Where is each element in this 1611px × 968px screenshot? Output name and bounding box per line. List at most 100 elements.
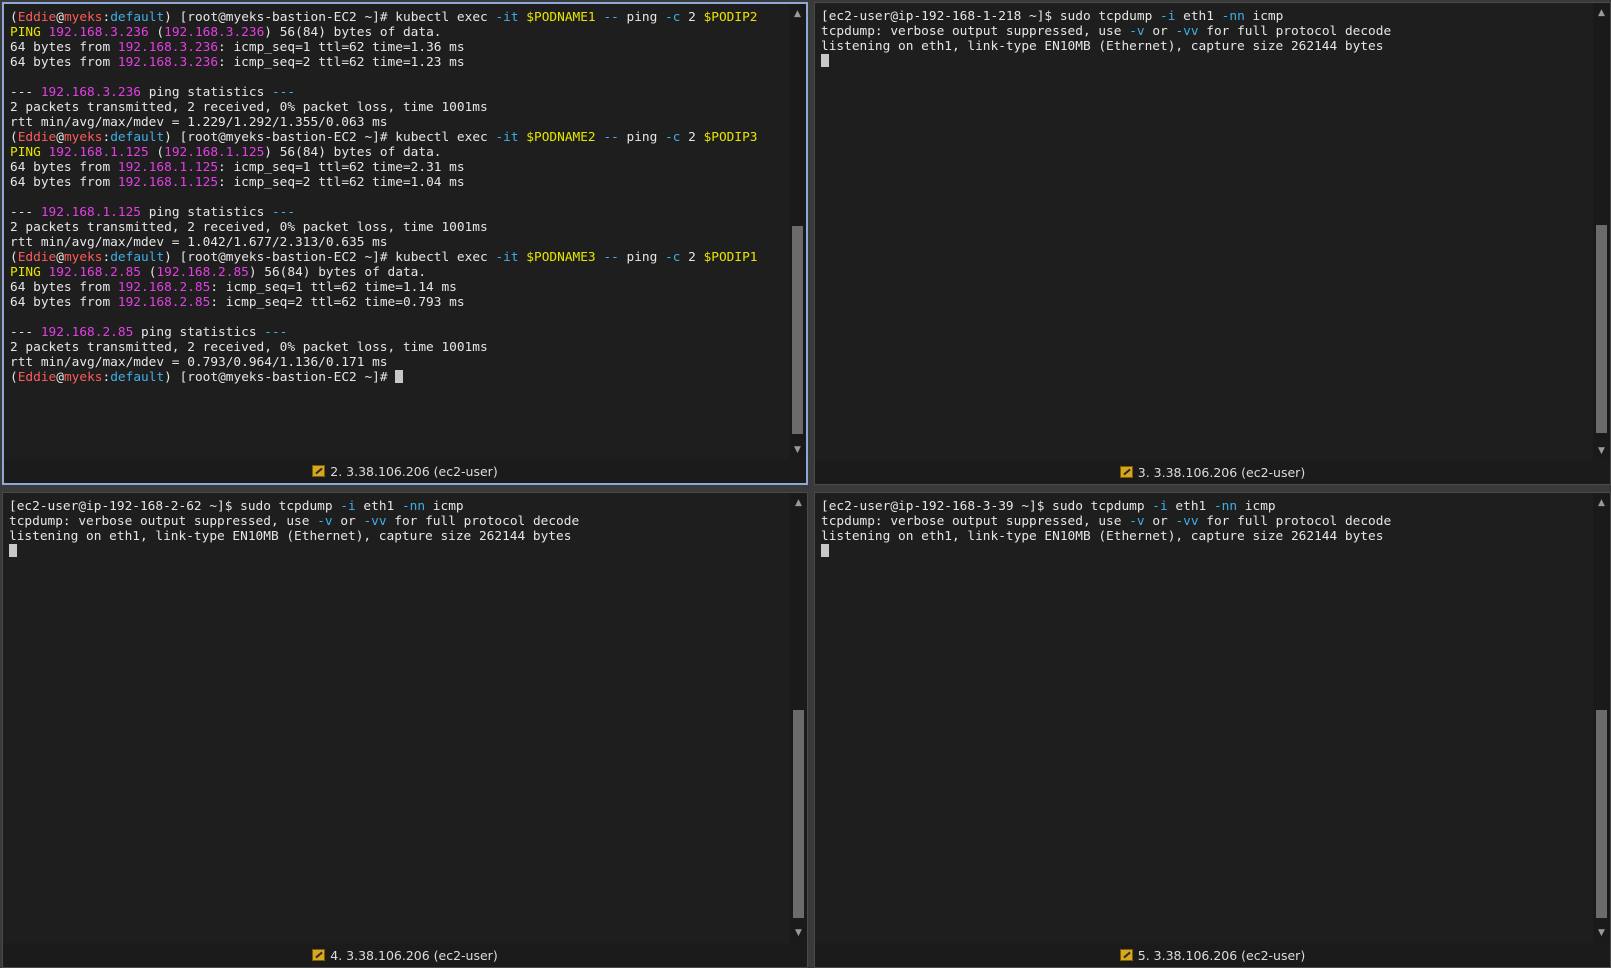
scroll-thumb[interactable] xyxy=(792,226,803,434)
terminal-text: 64 bytes from xyxy=(10,175,118,190)
terminal-line: 2 packets transmitted, 2 received, 0% pa… xyxy=(10,220,786,235)
terminal-line: 64 bytes from 192.168.3.236: icmp_seq=2 … xyxy=(10,55,786,70)
terminal-line: rtt min/avg/max/mdev = 0.793/0.964/1.136… xyxy=(10,355,786,370)
terminal-text: ping statistics xyxy=(133,325,265,340)
terminal-line: --- 192.168.2.85 ping statistics --- xyxy=(10,325,786,340)
terminal-line: listening on eth1, link-type EN10MB (Eth… xyxy=(9,529,787,544)
terminal-text: $PODNAME3 xyxy=(526,250,596,265)
terminal-text: -c xyxy=(665,10,681,25)
scroll-thumb[interactable] xyxy=(1596,225,1607,433)
terminal-text: 2 xyxy=(680,10,704,25)
scroll-down-arrow-icon[interactable]: ▼ xyxy=(789,442,806,458)
terminal-output[interactable]: [ec2-user@ip-192-168-1-218 ~]$ sudo tcpd… xyxy=(821,9,1590,69)
terminal-text: --- xyxy=(10,205,41,220)
terminal-text: 192.168.3.236 xyxy=(117,55,219,70)
terminal-line: 64 bytes from 192.168.1.125: icmp_seq=2 … xyxy=(10,175,786,190)
terminal-text: -v xyxy=(1129,514,1145,529)
scrollbar[interactable]: ▲ ▼ xyxy=(1593,3,1610,461)
terminal-text: Eddie xyxy=(17,10,57,25)
scroll-up-arrow-icon[interactable]: ▲ xyxy=(1593,495,1610,511)
terminal-pane-2[interactable]: (Eddie@myeks:default) [root@myeks-bastio… xyxy=(2,2,808,485)
scroll-down-arrow-icon[interactable]: ▼ xyxy=(1593,925,1610,941)
terminal-text: @ xyxy=(56,130,64,145)
terminal-text: -i xyxy=(1160,9,1176,24)
terminal-cursor xyxy=(395,370,404,383)
terminal-text: $PODIP2 xyxy=(703,10,758,25)
terminal-text: -it xyxy=(495,130,519,145)
scroll-down-arrow-icon[interactable]: ▼ xyxy=(1593,443,1610,459)
terminal-text: 192.168.1.125 xyxy=(48,145,149,160)
terminal-text: ( xyxy=(10,370,18,385)
terminal-line xyxy=(9,544,787,559)
terminal-text: -nn xyxy=(1213,499,1238,514)
scroll-up-arrow-icon[interactable]: ▲ xyxy=(1593,5,1610,21)
terminal-line: 2 packets transmitted, 2 received, 0% pa… xyxy=(10,100,786,115)
terminal-text: : icmp_seq=1 ttl=62 time=1.14 ms xyxy=(210,280,457,295)
terminal-text: myeks xyxy=(63,370,103,385)
terminal-line: listening on eth1, link-type EN10MB (Eth… xyxy=(821,39,1590,54)
terminal-text: 2 packets transmitted, 2 received, 0% pa… xyxy=(10,340,488,355)
terminal-line: [ec2-user@ip-192-168-1-218 ~]$ sudo tcpd… xyxy=(821,9,1590,24)
scrollbar[interactable]: ▲ ▼ xyxy=(789,4,806,460)
scroll-up-arrow-icon[interactable]: ▲ xyxy=(790,495,807,511)
terminal-text: tcpdump: verbose output suppressed, use xyxy=(821,514,1130,529)
terminal-line xyxy=(821,54,1590,69)
terminal-text: rtt min/avg/max/mdev = 0.793/0.964/1.136… xyxy=(10,355,388,370)
pane-title: 2. 3.38.106.206 (ec2-user) xyxy=(330,463,498,479)
terminal-pane-3[interactable]: [ec2-user@ip-192-168-1-218 ~]$ sudo tcpd… xyxy=(814,2,1611,485)
scroll-thumb[interactable] xyxy=(1596,710,1607,918)
terminal-text: $PODNAME1 xyxy=(526,10,596,25)
terminal-text: --- xyxy=(271,85,296,100)
terminal-line: 64 bytes from 192.168.2.85: icmp_seq=1 t… xyxy=(10,280,786,295)
scroll-down-arrow-icon[interactable]: ▼ xyxy=(790,925,807,941)
terminal-text: icmp xyxy=(425,499,464,514)
scrollbar[interactable]: ▲ ▼ xyxy=(1593,493,1610,943)
terminal-line: 64 bytes from 192.168.3.236: icmp_seq=1 … xyxy=(10,40,786,55)
terminal-text: 192.168.2.85 xyxy=(117,280,211,295)
terminal-text: eth1 xyxy=(1175,9,1222,24)
terminal-cursor xyxy=(821,54,829,67)
terminal-text: or xyxy=(332,514,364,529)
terminal-text: ping statistics xyxy=(141,85,272,100)
terminal-text: -vv xyxy=(363,514,387,529)
terminal-text: ) 56(84) bytes of data. xyxy=(264,25,442,40)
terminal-text: ) [root@myeks-bastion-EC2 ~]# xyxy=(164,370,396,385)
terminal-text: ) 56(84) bytes of data. xyxy=(248,265,427,280)
terminal-text: 192.168.2.85 xyxy=(117,295,211,310)
terminal-pane-5[interactable]: [ec2-user@ip-192-168-3-39 ~]$ sudo tcpdu… xyxy=(814,492,1611,968)
pane-status-bar: 2. 3.38.106.206 (ec2-user) xyxy=(4,459,806,483)
pane-status-bar: 3. 3.38.106.206 (ec2-user) xyxy=(815,460,1610,484)
terminal-line: [ec2-user@ip-192-168-3-39 ~]$ sudo tcpdu… xyxy=(821,499,1590,514)
terminal-text: 192.168.1.125 xyxy=(117,160,219,175)
terminal-text: listening on eth1, link-type EN10MB (Eth… xyxy=(9,529,572,544)
terminal-text: ping xyxy=(618,130,666,145)
terminal-text: Eddie xyxy=(17,130,57,145)
terminal-line: PING 192.168.1.125 (192.168.1.125) 56(84… xyxy=(10,145,786,160)
terminal-text: or xyxy=(1144,514,1176,529)
terminal-line: 64 bytes from 192.168.1.125: icmp_seq=1 … xyxy=(10,160,786,175)
terminal-text: -- xyxy=(603,130,619,145)
terminal-text: : icmp_seq=1 ttl=62 time=2.31 ms xyxy=(218,160,465,175)
terminal-text: for full protocol decode xyxy=(386,514,580,529)
terminal-output[interactable]: [ec2-user@ip-192-168-3-39 ~]$ sudo tcpdu… xyxy=(821,499,1590,559)
terminal-text: ping xyxy=(618,250,666,265)
terminal-output[interactable]: [ec2-user@ip-192-168-2-62 ~]$ sudo tcpdu… xyxy=(9,499,787,559)
terminal-text: -- xyxy=(603,250,619,265)
terminal-pane-4[interactable]: [ec2-user@ip-192-168-2-62 ~]$ sudo tcpdu… xyxy=(2,492,808,968)
key-icon xyxy=(1119,949,1133,961)
terminal-line: 64 bytes from 192.168.2.85: icmp_seq=2 t… xyxy=(10,295,786,310)
terminal-text: icmp xyxy=(1237,499,1276,514)
terminal-output[interactable]: (Eddie@myeks:default) [root@myeks-bastio… xyxy=(10,10,786,385)
terminal-text: 192.168.3.236 xyxy=(48,25,149,40)
terminal-text: 192.168.2.85 xyxy=(40,325,134,340)
scrollbar[interactable]: ▲ ▼ xyxy=(790,493,807,943)
terminal-text: 192.168.3.236 xyxy=(117,40,219,55)
terminal-text: -vv xyxy=(1175,24,1199,39)
scroll-up-arrow-icon[interactable]: ▲ xyxy=(789,6,806,22)
terminal-text: 192.168.3.236 xyxy=(40,85,141,100)
scroll-thumb[interactable] xyxy=(793,710,804,918)
terminal-text: myeks xyxy=(63,250,103,265)
terminal-text: rtt min/avg/max/mdev = 1.042/1.677/2.313… xyxy=(10,235,388,250)
terminal-line: --- 192.168.3.236 ping statistics --- xyxy=(10,85,786,100)
